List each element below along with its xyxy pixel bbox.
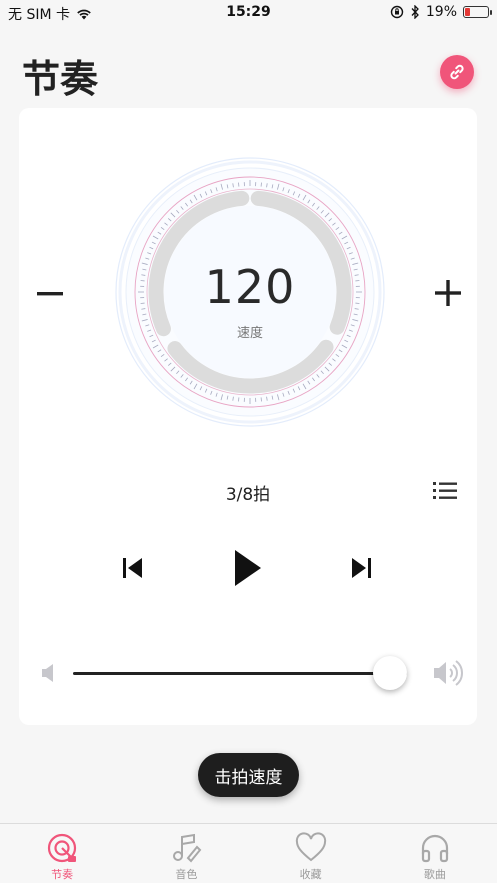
minus-icon xyxy=(37,292,63,296)
battery-icon xyxy=(463,6,492,18)
volume-high-icon xyxy=(434,660,463,686)
previous-button[interactable] xyxy=(121,556,145,582)
next-button[interactable] xyxy=(349,556,375,582)
tab-tone[interactable]: 音色 xyxy=(124,824,248,883)
tap-tempo-button[interactable]: 击拍速度 xyxy=(198,753,299,797)
link-icon xyxy=(450,64,464,80)
decrease-tempo-button[interactable] xyxy=(35,280,65,308)
beat-list-button[interactable] xyxy=(433,479,459,501)
time-signature[interactable]: 3/8拍 xyxy=(19,480,477,505)
share-link-button[interactable] xyxy=(440,55,474,89)
status-bar: 无 SIM 卡 15:29 19% xyxy=(0,0,497,26)
play-button[interactable] xyxy=(231,548,263,588)
metronome-card: 120 速度 3/8拍 xyxy=(19,108,477,725)
volume-slider-thumb[interactable] xyxy=(373,656,407,690)
play-icon xyxy=(235,550,261,586)
battery-percent: 19% xyxy=(425,4,457,20)
tab-label: 节奏 xyxy=(51,868,74,881)
skip-next-icon xyxy=(352,558,371,578)
volume-low-icon xyxy=(42,664,53,682)
tab-rhythm[interactable]: 节奏 xyxy=(0,824,124,883)
tab-bar: 节奏 音色 收藏 歌曲 xyxy=(0,823,497,883)
heart-icon xyxy=(295,832,326,862)
headphones-icon xyxy=(421,834,448,863)
rhythm-icon xyxy=(48,833,77,863)
volume-slider-track[interactable] xyxy=(73,672,407,675)
tempo-label: 速度 xyxy=(236,326,263,341)
plus-icon xyxy=(435,280,461,306)
bluetooth-icon xyxy=(411,5,419,19)
tab-label: 收藏 xyxy=(299,868,322,881)
music-note-icon xyxy=(173,833,202,863)
status-icons: 19% xyxy=(390,4,492,20)
battery-level xyxy=(465,8,470,16)
increase-tempo-button[interactable] xyxy=(433,278,463,308)
list-icon xyxy=(433,482,457,499)
orientation-lock-icon xyxy=(390,5,404,19)
page-title: 节奏 xyxy=(22,57,99,101)
tab-label: 歌曲 xyxy=(423,868,446,881)
tempo-value: 120 xyxy=(204,260,296,314)
tab-label: 音色 xyxy=(175,868,198,881)
skip-previous-icon xyxy=(123,558,142,578)
tab-songs[interactable]: 歌曲 xyxy=(373,824,497,883)
tab-favorites[interactable]: 收藏 xyxy=(249,824,373,883)
